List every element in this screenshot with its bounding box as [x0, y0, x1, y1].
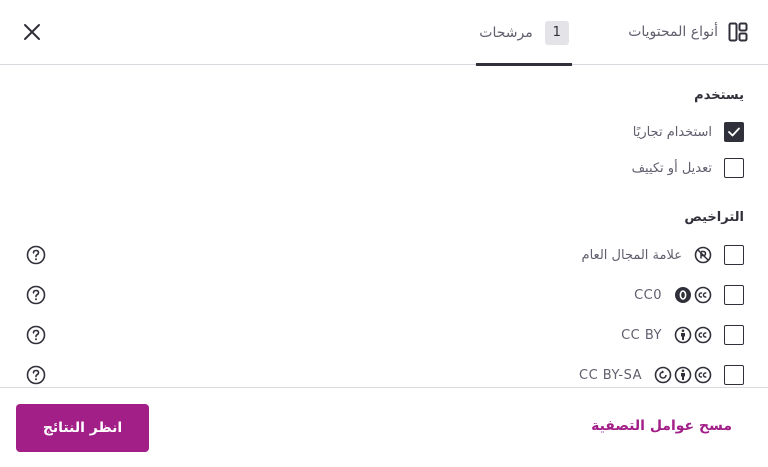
checkbox-commercial-use[interactable] [724, 122, 744, 142]
help-icon[interactable] [26, 365, 46, 385]
help-icon[interactable] [26, 245, 46, 265]
close-button[interactable] [14, 14, 50, 50]
checkbox-license-pdm[interactable] [724, 245, 744, 265]
filter-license-cc-by-sa[interactable]: CC BY-SA [579, 365, 744, 385]
filter-label: CC BY-SA [579, 367, 642, 383]
layout-icon [728, 22, 748, 42]
filter-license-cc0[interactable]: CC0 [634, 285, 744, 305]
checkbox-license-cc-by-sa[interactable] [724, 365, 744, 385]
sa-icon [654, 366, 672, 384]
by-icon [674, 326, 692, 344]
filter-modify-adapt[interactable]: تعديل أو تكييف [632, 158, 744, 178]
pd-icon [694, 246, 712, 264]
cc-icon [694, 326, 712, 344]
help-icon[interactable] [26, 325, 46, 345]
filter-label: تعديل أو تكييف [631, 160, 712, 176]
checkbox-license-cc-by[interactable] [724, 325, 744, 345]
filter-label: استخدام تجاريًا [632, 124, 712, 140]
filter-label: علامة المجال العام [581, 247, 682, 263]
use-section-title: يستخدم [694, 88, 744, 103]
see-results-button[interactable]: انظر النتائج [16, 404, 149, 452]
filter-license-pdm[interactable]: علامة المجال العام [582, 245, 744, 265]
clear-filters-button[interactable]: مسح عوامل التصفية [591, 418, 732, 434]
tab-content-types-label: أنواع المحتويات [628, 24, 718, 40]
checkbox-license-cc0[interactable] [724, 285, 744, 305]
active-tab-indicator [476, 63, 572, 66]
filter-count-badge: 1 [544, 20, 569, 45]
checkbox-modify-adapt[interactable] [724, 158, 744, 178]
zero-icon [675, 287, 691, 303]
filter-footer: انظر النتائج مسح عوامل التصفية [0, 387, 768, 467]
close-icon[interactable] [23, 23, 41, 41]
filter-label: CC0 [634, 287, 662, 303]
check-icon [728, 127, 740, 137]
tab-content-types[interactable]: أنواع المحتويات [628, 14, 748, 50]
filter-license-cc-by[interactable]: CC BY [621, 325, 744, 345]
filter-header: 1 مرشحات أنواع المحتويات [0, 0, 768, 66]
tab-filters-label: مرشحات [479, 24, 533, 41]
cc-icon [694, 366, 712, 384]
licenses-section-title: التراخيص [684, 210, 744, 225]
cc-icon [694, 286, 712, 304]
by-icon [674, 366, 692, 384]
filter-commercial-use[interactable]: استخدام تجاريًا [633, 122, 744, 142]
tab-filters[interactable]: 1 مرشحات [476, 0, 572, 66]
help-icon[interactable] [26, 285, 46, 305]
filter-label: CC BY [621, 327, 662, 343]
